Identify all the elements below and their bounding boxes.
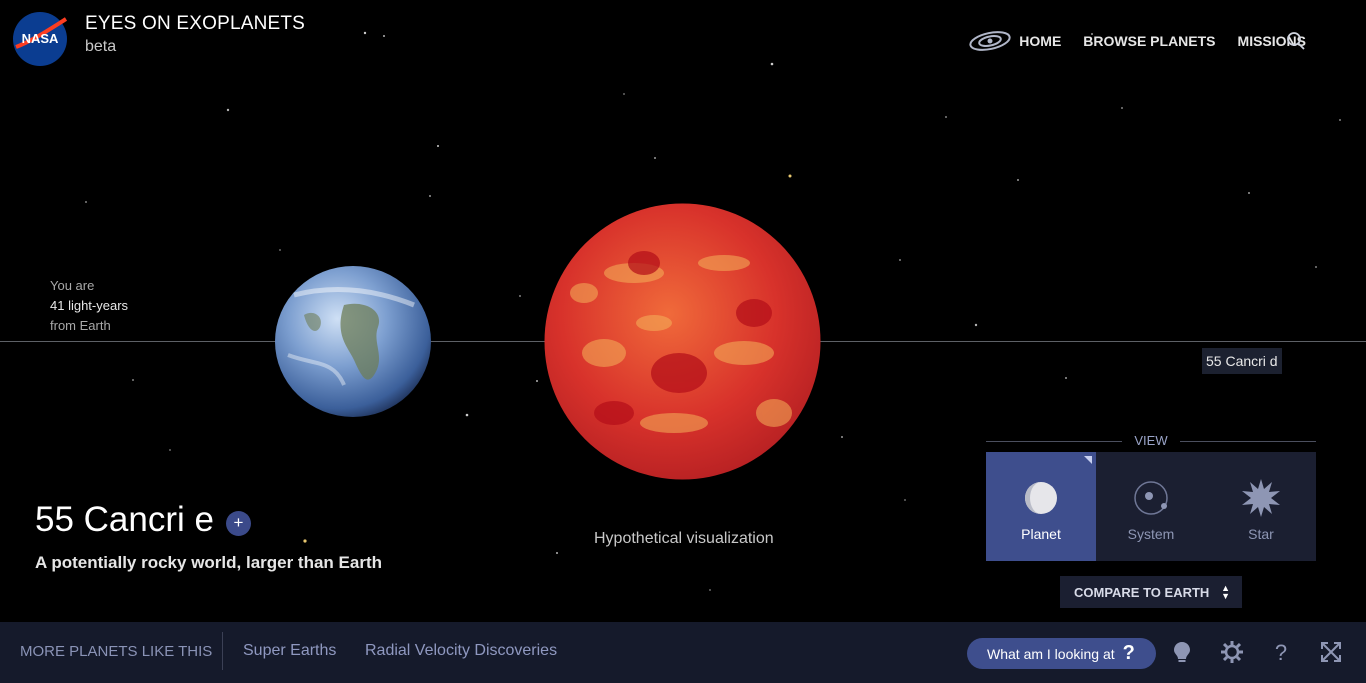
view-planet-label: Planet (1021, 526, 1061, 542)
star-icon (1242, 479, 1280, 517)
system-icon (1134, 481, 1168, 515)
distance-suffix: from Earth (50, 318, 111, 333)
app-title[interactable]: EYES ON EXOPLANETS (85, 13, 305, 35)
more-planets-label: MORE PLANETS LIKE THIS (20, 643, 213, 660)
view-header-line-right (1180, 441, 1316, 442)
planet-description: A potentially rocky world, larger than E… (35, 553, 382, 572)
view-system-button[interactable]: System (1096, 452, 1206, 561)
selected-corner-indicator (1084, 456, 1092, 464)
nav-home-label: HOME (1019, 33, 1062, 49)
neighbor-planet-label[interactable]: 55 Cancri d (1202, 348, 1282, 374)
planet-icon (1025, 482, 1057, 514)
distance-prefix: You are (50, 278, 95, 293)
view-star-label: Star (1248, 526, 1274, 542)
nav-home[interactable]: HOME (969, 30, 1061, 52)
lightbulb-icon[interactable] (1169, 639, 1195, 665)
earth-globe (275, 266, 431, 417)
add-planet-button[interactable]: + (225, 510, 251, 536)
bottom-divider (222, 632, 223, 670)
what-label: What am I looking at (987, 645, 1115, 662)
search-icon[interactable] (1285, 30, 1307, 52)
compare-label: COMPARE TO EARTH (1074, 584, 1210, 600)
distance-value: 41 light-years (50, 298, 129, 313)
help-icon[interactable]: ? (1268, 639, 1294, 665)
svg-text:?: ? (1275, 640, 1287, 665)
settings-icon[interactable] (1219, 639, 1245, 665)
view-planet-button[interactable]: Planet (986, 452, 1096, 561)
view-selector: Planet System Star (986, 452, 1316, 561)
view-header: VIEW (986, 432, 1316, 450)
bottom-bar: MORE PLANETS LIKE THIS Super Earths Radi… (0, 622, 1366, 683)
hypothetical-caption: Hypothetical visualization (594, 530, 774, 547)
top-nav: HOME BROWSE PLANETS MISSIONS (969, 30, 1306, 52)
distance-readout: You are 41 light-years from Earth (50, 276, 128, 336)
question-icon: ? (1122, 642, 1135, 664)
view-system-label: System (1127, 526, 1175, 542)
planet-55-cancri-e-visual (544, 203, 821, 480)
view-star-button[interactable]: Star (1206, 452, 1316, 561)
nav-browse-planets[interactable]: BROWSE PLANETS (1083, 33, 1215, 49)
nasa-logo-text: NASA (22, 31, 59, 46)
what-am-i-looking-at-button[interactable]: What am I looking at ? (967, 638, 1156, 669)
app-subtitle: beta (85, 38, 117, 55)
fullscreen-icon[interactable] (1318, 639, 1344, 665)
nasa-logo[interactable]: NASA (12, 11, 68, 67)
select-arrows-icon: ▲ ▼ (1221, 583, 1230, 601)
compare-to-earth-select[interactable]: COMPARE TO EARTH ▲ ▼ (1060, 576, 1242, 608)
tag-radial-velocity[interactable]: Radial Velocity Discoveries (365, 642, 557, 660)
planet-name: 55 Cancri e (35, 500, 214, 539)
planet-title: 55 Cancri e + (35, 500, 251, 540)
tag-super-earths[interactable]: Super Earths (243, 642, 336, 660)
galaxy-icon (969, 31, 1011, 51)
